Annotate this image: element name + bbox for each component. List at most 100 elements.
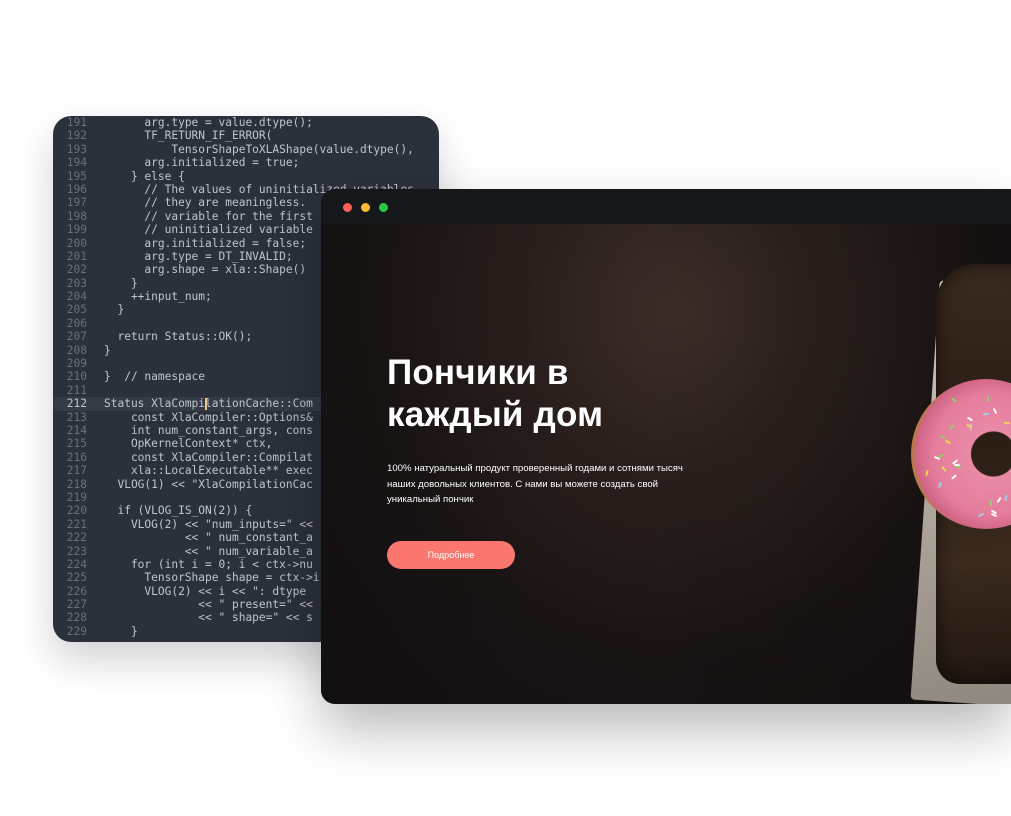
- sprinkle: [924, 469, 929, 476]
- code-text: arg.shape = xla::Shape(): [104, 263, 307, 277]
- code-text: VLOG(2) << i << ": dtype: [104, 584, 307, 598]
- sprinkle: [940, 466, 947, 473]
- code-line: 195 } else {: [53, 170, 439, 183]
- code-text: ++input_num;: [104, 290, 212, 304]
- sprinkle: [978, 512, 985, 518]
- sprinkle: [938, 481, 943, 489]
- sprinkle: [989, 499, 992, 506]
- sprinkle: [949, 424, 956, 430]
- code-text: // variable for the first: [104, 209, 313, 223]
- line-number: 219: [66, 490, 87, 504]
- sprinkle: [954, 466, 961, 469]
- line-number: 205: [66, 303, 87, 317]
- line-number: 220: [66, 504, 87, 518]
- sprinkle: [966, 416, 973, 422]
- code-text: } else {: [104, 169, 185, 183]
- code-text: Status XlaCompilationCache::Com: [104, 397, 313, 411]
- code-text: arg.type = value.dtype();: [104, 116, 313, 129]
- hero-description-line-2: наших довольных клиентов. С нами вы може…: [387, 478, 659, 490]
- close-window-dot[interactable]: [343, 203, 352, 212]
- more-details-button[interactable]: Подробнее: [387, 541, 515, 569]
- line-number: 192: [66, 129, 87, 143]
- code-text: // uninitialized variable: [104, 223, 313, 237]
- line-number: 227: [66, 598, 87, 612]
- sprinkle: [1004, 495, 1008, 502]
- sprinkle: [1003, 421, 1010, 425]
- code-text: VLOG(1) << "XlaCompilationCac: [104, 477, 313, 491]
- sprinkle: [939, 434, 947, 440]
- line-number: 197: [66, 196, 87, 210]
- code-line: 191 arg.type = value.dtype();: [53, 116, 439, 129]
- hero-description-line-3: уникальный пончик: [387, 494, 474, 505]
- code-text: const XlaCompiler::Options&: [104, 410, 313, 424]
- sprinkle: [951, 397, 958, 403]
- line-number: 221: [66, 517, 87, 531]
- code-text: // they are meaningless.: [104, 196, 307, 210]
- line-number: 201: [66, 249, 87, 263]
- browser-window: Пончики в каждый дом 100% натуральный пр…: [321, 189, 1011, 704]
- code-text: } // namespace: [104, 370, 206, 384]
- hero-section: Пончики в каждый дом 100% натуральный пр…: [321, 224, 1011, 704]
- line-number: 228: [66, 611, 87, 625]
- code-text: << " shape=" << s: [104, 611, 313, 625]
- mockup-stage: 191 arg.type = value.dtype(); 192 TF_RETU…: [0, 0, 1011, 816]
- code-line: 194 arg.initialized = true;: [53, 156, 439, 169]
- code-text: << " num_variable_a: [104, 544, 313, 558]
- code-text: for (int i = 0; i < ctx->nu: [104, 557, 313, 571]
- sprinkle: [986, 396, 990, 403]
- line-number: 225: [66, 571, 87, 585]
- code-text: << " present=" <<: [104, 598, 313, 612]
- code-text: TensorShapeToXLAShape(value.dtype(),: [104, 142, 414, 156]
- line-number: 193: [66, 142, 87, 156]
- line-number: 202: [66, 263, 87, 277]
- hero-title-line-1: Пончики в: [387, 353, 569, 392]
- line-number: 213: [66, 410, 87, 424]
- hero-description: 100% натуральный продукт проверенный год…: [387, 461, 697, 508]
- code-text: }: [104, 343, 111, 357]
- line-number: 199: [66, 223, 87, 237]
- line-number: 204: [66, 290, 87, 304]
- sprinkle: [993, 408, 998, 415]
- code-text: int num_constant_args, cons: [104, 423, 313, 437]
- sprinkle: [944, 440, 951, 445]
- maximize-window-dot[interactable]: [379, 203, 388, 212]
- hero-title: Пончики в каждый дом: [387, 352, 707, 436]
- line-number: 217: [66, 464, 87, 478]
- code-line: 192 TF_RETURN_IF_ERROR(: [53, 129, 439, 142]
- code-text: }: [104, 303, 125, 317]
- code-text: arg.type = DT_INVALID;: [104, 249, 293, 263]
- code-text: }: [104, 624, 138, 638]
- code-text: }: [104, 276, 138, 290]
- line-number: 203: [66, 276, 87, 290]
- line-number: 206: [66, 316, 87, 330]
- line-number: 222: [66, 531, 87, 545]
- browser-titlebar: [321, 189, 1011, 224]
- line-number: 212: [66, 397, 87, 411]
- line-number: 229: [66, 624, 87, 638]
- line-number: 215: [66, 437, 87, 451]
- code-text: return Status::OK();: [104, 330, 253, 344]
- sprinkle: [982, 413, 989, 416]
- sprinkle: [996, 496, 1002, 503]
- minimize-window-dot[interactable]: [361, 203, 370, 212]
- line-number: 216: [66, 450, 87, 464]
- code-text: << " num_constant_a: [104, 531, 313, 545]
- code-text: xla::LocalExecutable** exec: [104, 464, 313, 478]
- line-number: 195: [66, 169, 87, 183]
- line-number: 210: [66, 370, 87, 384]
- line-number: 200: [66, 236, 87, 250]
- line-number: 196: [66, 182, 87, 196]
- code-text: arg.initialized = false;: [104, 236, 307, 250]
- line-number: 194: [66, 156, 87, 170]
- line-number: 207: [66, 330, 87, 344]
- line-number: 218: [66, 477, 87, 491]
- code-text: TensorShape shape = ctx->i: [104, 571, 320, 585]
- hero-title-line-2: каждый дом: [387, 395, 604, 434]
- code-text: if (VLOG_IS_ON(2)) {: [104, 504, 253, 518]
- line-number: 211: [66, 383, 87, 397]
- code-text: OpKernelContext* ctx,: [104, 437, 273, 451]
- code-text: const XlaCompiler::Compilat: [104, 450, 313, 464]
- hero-description-line-1: 100% натуральный продукт проверенный год…: [387, 463, 683, 474]
- line-number: 191: [66, 116, 87, 129]
- code-text: TF_RETURN_IF_ERROR(: [104, 129, 273, 143]
